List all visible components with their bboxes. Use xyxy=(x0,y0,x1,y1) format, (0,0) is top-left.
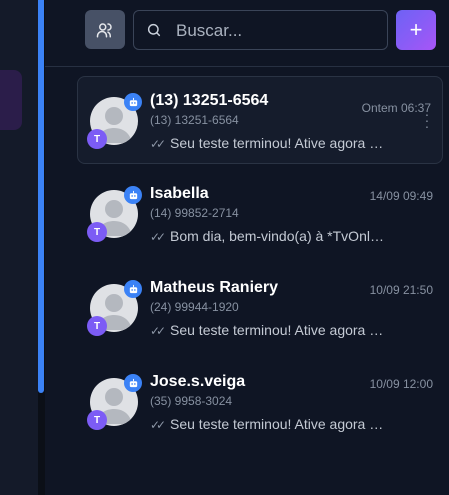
conversation-toolbar: + xyxy=(45,0,449,67)
last-message-text: Seu teste terminou! Ative agora seu plan… xyxy=(170,322,384,338)
last-message-preview: ✓✓ Seu teste terminou! Ative agora seu p… xyxy=(150,322,384,338)
last-message-text: Seu teste terminou! Ative agora seu plan… xyxy=(170,416,384,432)
scrollbar-thumb[interactable] xyxy=(38,0,44,393)
add-conversation-button[interactable]: + xyxy=(396,10,436,50)
contact-name: Isabella xyxy=(150,185,209,202)
search-input[interactable] xyxy=(174,11,378,51)
message-timestamp: 14/09 09:49 xyxy=(369,189,433,203)
contact-name: Jose.s.veiga xyxy=(150,373,246,390)
contact-phone: (35) 9958-3024 xyxy=(150,394,233,408)
last-message-text: Bom dia, bem-vindo(a) à *TvOnline* xyxy=(170,228,384,244)
bot-badge xyxy=(124,374,142,392)
conversation-item[interactable]: T (13) 13251-6564 (13) 13251-6564 Ontem … xyxy=(77,76,443,164)
robot-icon xyxy=(129,284,137,293)
more-options-icon[interactable]: · · · xyxy=(424,107,430,133)
message-timestamp: 10/09 12:00 xyxy=(369,377,433,391)
bot-badge xyxy=(124,93,142,111)
contact-name: (13) 13251-6564 xyxy=(150,92,269,109)
double-check-icon: ✓✓ xyxy=(150,230,166,244)
conversation-item[interactable]: T Jose.s.veiga (35) 9958-3024 10/09 12:0… xyxy=(78,358,444,446)
status-badge: T xyxy=(87,410,107,430)
status-badge: T xyxy=(87,222,107,242)
status-badge: T xyxy=(87,316,107,336)
contact-phone: (24) 99944-1920 xyxy=(150,300,239,314)
double-check-icon: ✓✓ xyxy=(150,418,166,432)
last-message-preview: ✓✓ Seu teste terminou! Ative agora seu p… xyxy=(150,416,384,432)
robot-icon xyxy=(129,190,137,199)
message-timestamp: 10/09 21:50 xyxy=(369,283,433,297)
contact-phone: (14) 99852-2714 xyxy=(150,206,239,220)
contacts-button[interactable] xyxy=(85,10,125,49)
robot-icon xyxy=(129,378,137,387)
last-message-preview: ✓✓ Bom dia, bem-vindo(a) à *TvOnline* xyxy=(150,228,384,244)
conversation-item[interactable]: T Isabella (14) 99852-2714 14/09 09:49 ✓… xyxy=(78,170,444,258)
double-check-icon: ✓✓ xyxy=(150,324,166,338)
contact-name: Matheus Raniery xyxy=(150,279,279,296)
status-badge: T xyxy=(87,129,107,149)
search-icon xyxy=(147,23,161,37)
bot-badge xyxy=(124,186,142,204)
double-check-icon: ✓✓ xyxy=(150,137,166,151)
users-icon xyxy=(96,22,112,37)
robot-icon xyxy=(129,97,137,106)
contact-phone: (13) 13251-6564 xyxy=(150,113,239,127)
message-timestamp: Ontem 06:37 xyxy=(361,101,431,115)
last-message-text: Seu teste terminou! Ative agora seu plan… xyxy=(170,135,384,151)
sidebar-active-tab[interactable] xyxy=(0,70,22,130)
last-message-preview: ✓✓ Seu teste terminou! Ative agora seu p… xyxy=(150,135,384,151)
conversation-item[interactable]: T Matheus Raniery (24) 99944-1920 10/09 … xyxy=(78,264,444,352)
search-box xyxy=(133,10,388,51)
bot-badge xyxy=(124,280,142,298)
conversation-panel: + T (13) 13251-6564 (13) 13251-6564 Onte… xyxy=(45,0,449,495)
